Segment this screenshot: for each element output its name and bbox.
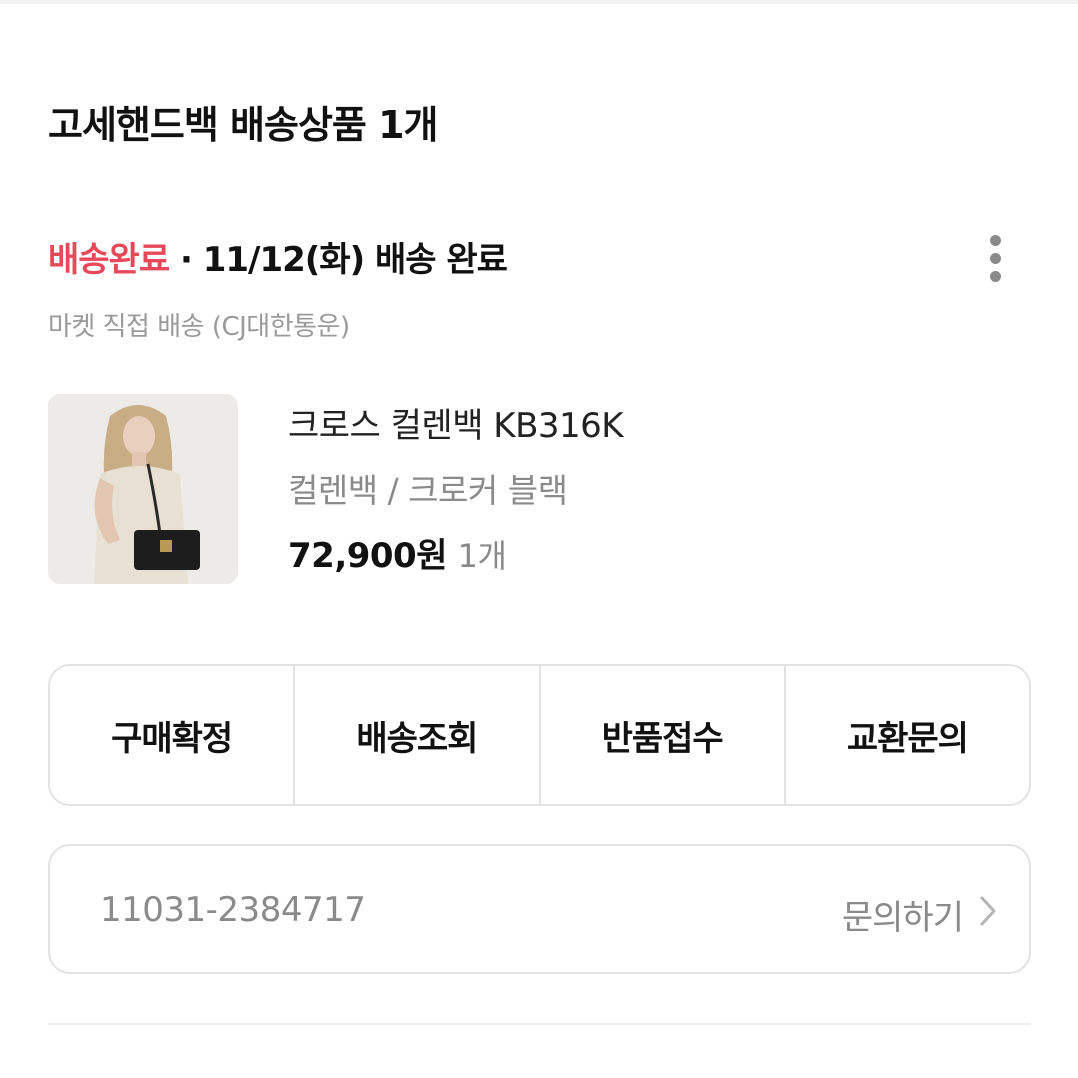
more-vertical-icon-dot [989, 270, 1001, 282]
more-options-button[interactable] [978, 228, 1012, 288]
bottom-divider [48, 1023, 1031, 1025]
more-vertical-icon [989, 234, 1001, 246]
price-row: 72,900원 1개 [288, 528, 507, 577]
seller-title: 고세핸드백 배송상품 1개 [48, 103, 439, 147]
track-delivery-button[interactable]: 배송조회 [295, 666, 541, 804]
more-vertical-icon-dot [989, 252, 1001, 264]
order-action-buttons: 구매확정 배송조회 반품접수 교환문의 [48, 664, 1031, 806]
order-number-box: 11031-2384717 문의하기 [48, 844, 1031, 974]
return-request-button[interactable]: 반품접수 [540, 666, 786, 804]
product-photo-illustration [48, 394, 238, 584]
confirm-purchase-button[interactable]: 구매확정 [50, 666, 296, 804]
inquiry-link[interactable]: 문의하기 [842, 890, 964, 939]
chevron-right-icon[interactable] [977, 894, 999, 928]
delivery-status-label: 배송완료 [48, 240, 170, 280]
top-divider [0, 0, 1078, 4]
delivery-status-detail: · 11/12(화) 배송 완료 [169, 240, 508, 280]
shipping-method: 마켓 직접 배송 (CJ대한통운) [48, 312, 350, 342]
product-name[interactable]: 크로스 컬렌백 KB316K [288, 398, 624, 447]
product-quantity: 1개 [457, 537, 507, 575]
product-option: 컬렌백 / 크로커 블랙 [288, 471, 568, 510]
delivery-status-row: 배송완료 · 11/12(화) 배송 완료 [48, 232, 508, 281]
order-number: 11031-2384717 [100, 890, 366, 930]
product-price: 72,900원 [288, 536, 447, 576]
product-thumbnail[interactable] [48, 394, 238, 584]
order-detail-page: 고세핸드백 배송상품 1개 배송완료 · 11/12(화) 배송 완료 마켓 직… [0, 0, 1078, 1078]
exchange-inquiry-button[interactable]: 교환문의 [785, 666, 1029, 804]
